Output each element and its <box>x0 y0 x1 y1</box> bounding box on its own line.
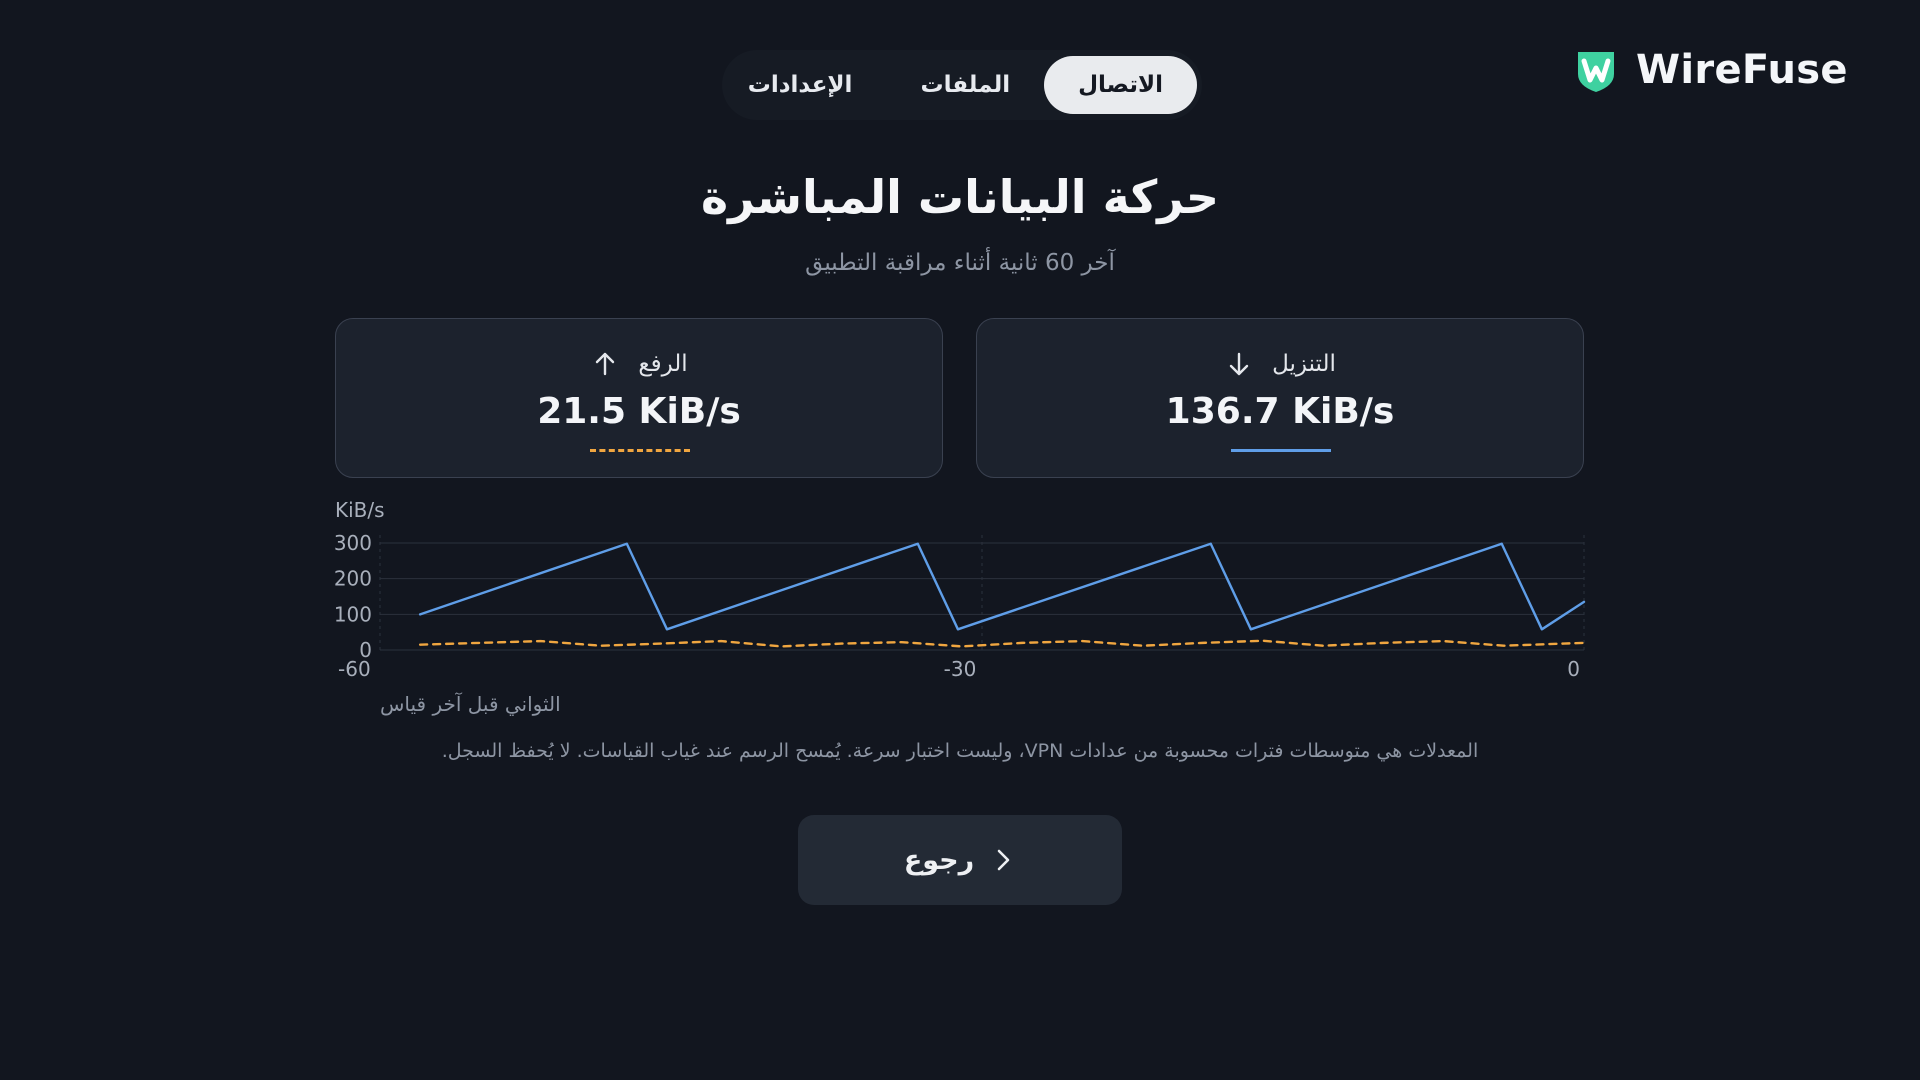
chart-y-tick-label: 200 <box>334 567 372 591</box>
brand: WireFuse <box>1572 46 1848 94</box>
traffic-chart-svg: KiB/s3002001000-60 -30 0 <box>334 498 1586 681</box>
arrow-up-icon <box>596 352 615 376</box>
chart-x-axis-label: الثواني قبل آخر قياس <box>380 692 561 716</box>
chart-y-tick-label: 100 <box>334 602 372 626</box>
download-header: التنزيل <box>977 349 1583 379</box>
chart-x-tick-label: 0 <box>1567 657 1580 681</box>
download-series-line <box>418 542 1586 631</box>
upload-card: الرفع 21.5 KiB/s <box>335 318 943 478</box>
download-legend-line <box>1231 449 1331 452</box>
chart-y-tick-label: 300 <box>334 531 372 555</box>
page-subtitle: آخر 60 ثانية أثناء مراقبة التطبيق <box>805 250 1115 276</box>
upload-value: 21.5 KiB/s <box>537 391 741 432</box>
page-title: حركة البيانات المباشرة <box>700 170 1220 224</box>
brand-name: WireFuse <box>1636 47 1848 93</box>
tab-bar: الاتصال الملفات الإعدادات <box>722 50 1202 120</box>
tab-files[interactable]: الملفات <box>886 56 1044 114</box>
arrow-down-icon <box>1229 352 1249 376</box>
chart-x-tick-label: -60 <box>338 657 371 681</box>
download-card: التنزيل 136.7 KiB/s <box>976 318 1584 478</box>
chevron-right-icon <box>997 849 1010 871</box>
upload-header: الرفع <box>336 349 942 379</box>
chart-note: المعدلات هي متوسطات فترات محسوبة من عداد… <box>441 740 1479 762</box>
tab-settings[interactable]: الإعدادات <box>714 56 887 114</box>
upload-legend-line <box>590 449 690 452</box>
app-window: WireFuse الاتصال الملفات الإعدادات حركة … <box>0 0 1920 1080</box>
chart-x-tick-label: -30 <box>944 657 977 681</box>
wirefuse-logo-icon <box>1578 52 1614 92</box>
chart-y-unit-label: KiB/s <box>335 498 385 522</box>
back-button[interactable]: رجوع <box>798 815 1122 905</box>
download-value: 136.7 KiB/s <box>1165 391 1395 432</box>
upload-series-line <box>418 639 1586 648</box>
download-label: التنزيل <box>1272 351 1336 377</box>
traffic-chart: KiB/s 300 200 100 0 -60 -30 0 <box>330 495 1590 725</box>
upload-label: الرفع <box>638 351 688 377</box>
tab-connection[interactable]: الاتصال <box>1044 56 1197 114</box>
back-button-label: رجوع <box>903 844 975 876</box>
